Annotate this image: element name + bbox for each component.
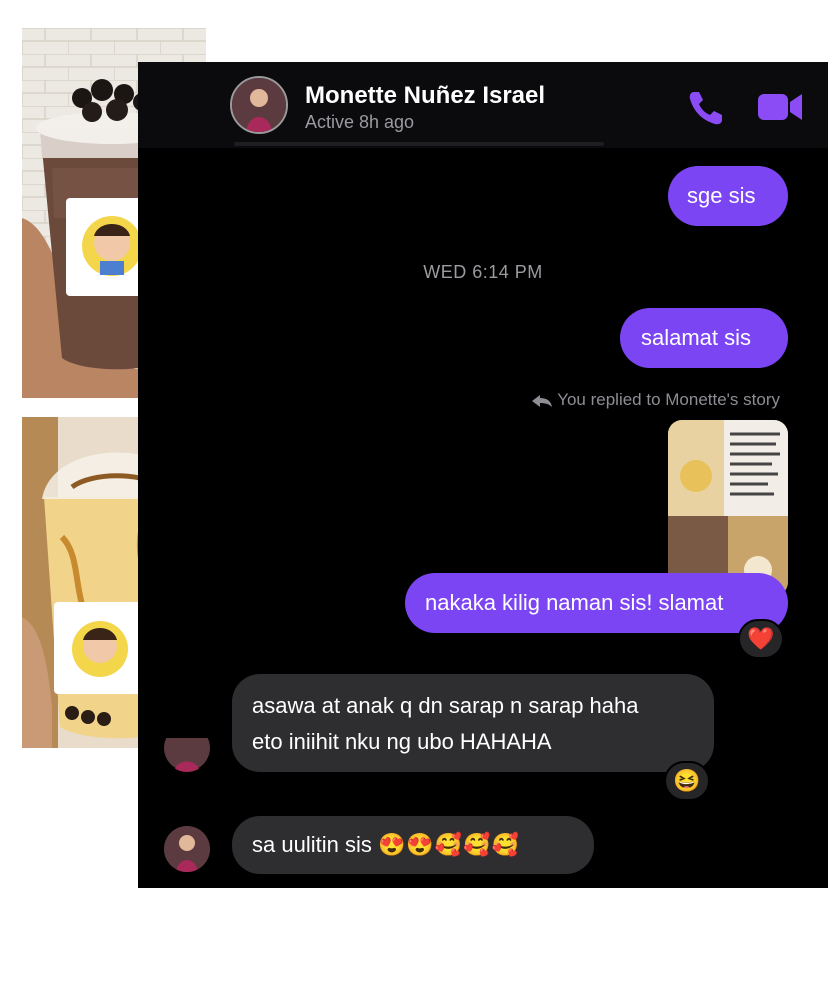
contact-avatar[interactable] bbox=[230, 76, 288, 134]
avatar-image bbox=[164, 738, 210, 772]
message-line: eto iniihit nku ng ubo HAHAHA bbox=[252, 729, 552, 754]
story-collage-image bbox=[668, 420, 788, 596]
story-reply-label: You replied to Monette's story bbox=[557, 390, 780, 409]
header-divider bbox=[234, 142, 604, 146]
contact-name[interactable]: Monette Nuñez Israel bbox=[305, 82, 545, 110]
contact-avatar-small bbox=[164, 738, 210, 772]
incoming-message[interactable]: sa uulitin sis 😍😍🥰🥰🥰 bbox=[232, 816, 594, 874]
reply-arrow-icon bbox=[532, 394, 553, 407]
incoming-message[interactable]: asawa at anak q dn sarap n sarap haha et… bbox=[232, 674, 714, 772]
heart-reaction[interactable]: ❤️ bbox=[738, 619, 784, 659]
story-reply-note: You replied to Monette's story bbox=[531, 390, 780, 410]
outgoing-message[interactable]: salamat sis bbox=[620, 308, 788, 368]
contact-avatar-small[interactable] bbox=[164, 826, 210, 872]
laughing-reaction[interactable]: 😆 bbox=[664, 761, 710, 801]
message-text: sa uulitin sis bbox=[252, 832, 372, 857]
avatar-image bbox=[232, 78, 286, 132]
story-preview-thumbnail[interactable] bbox=[668, 420, 788, 596]
outgoing-message[interactable]: sge sis bbox=[668, 166, 788, 226]
chat-screen: Monette Nuñez Israel Active 8h ago sge s… bbox=[138, 62, 828, 888]
outgoing-message[interactable]: nakaka kilig naman sis! slamat bbox=[405, 573, 788, 633]
avatar-image bbox=[164, 826, 210, 872]
phone-icon[interactable] bbox=[686, 88, 726, 128]
emoji-sequence: 😍😍🥰🥰🥰 bbox=[377, 832, 520, 857]
video-camera-icon[interactable] bbox=[756, 90, 804, 124]
conversation-header: Monette Nuñez Israel Active 8h ago bbox=[138, 62, 828, 148]
timestamp-divider: WED 6:14 PM bbox=[423, 262, 543, 282]
message-line: asawa at anak q dn sarap n sarap haha bbox=[252, 693, 639, 718]
active-status: Active 8h ago bbox=[305, 112, 415, 132]
